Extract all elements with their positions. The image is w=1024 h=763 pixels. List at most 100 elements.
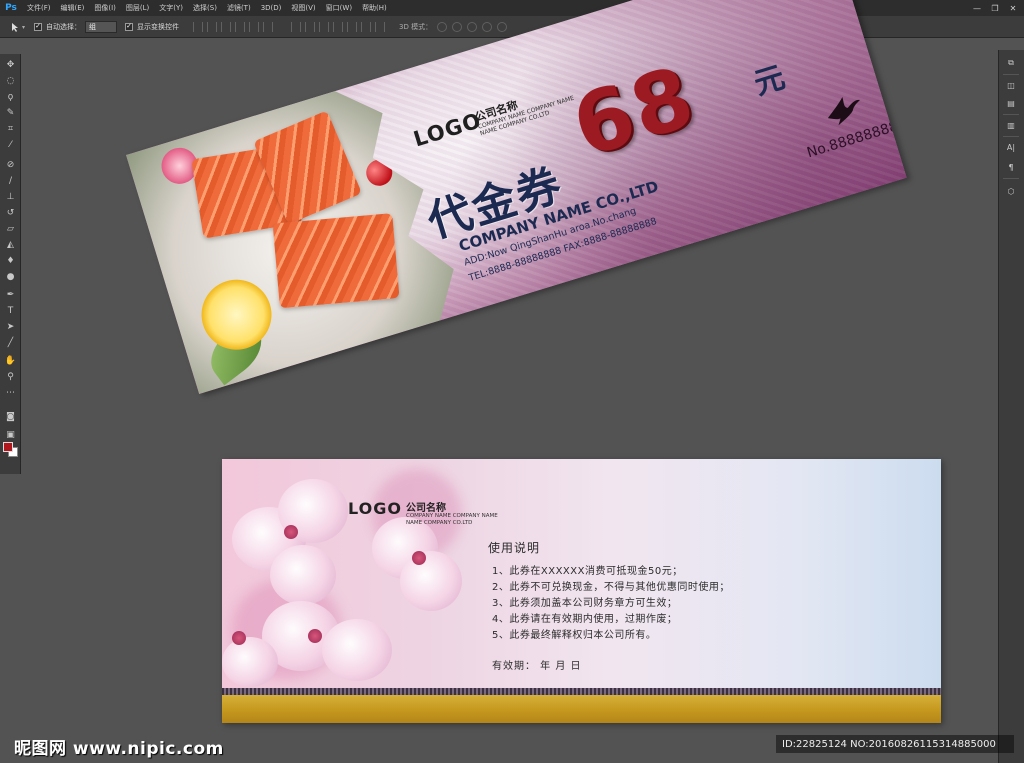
show-transform-option[interactable]: ✓ 显示变换控件 bbox=[125, 22, 179, 32]
photoshop-logo-icon: Ps bbox=[5, 3, 17, 13]
move-icon[interactable]: ✥ bbox=[4, 58, 17, 71]
healing-icon[interactable]: ⊘ bbox=[4, 158, 17, 171]
3d-roll-icon[interactable] bbox=[452, 21, 463, 32]
menu-select[interactable]: 选择(S) bbox=[188, 3, 222, 13]
auto-align-icon[interactable] bbox=[375, 21, 385, 32]
3d-rotate-icon[interactable] bbox=[437, 21, 448, 32]
distribute-right-icon[interactable] bbox=[361, 21, 371, 32]
history-panel-icon[interactable]: ⧉ bbox=[1004, 56, 1018, 70]
move-tool-preset[interactable] bbox=[10, 21, 26, 33]
menu-filter[interactable]: 滤镜(T) bbox=[222, 3, 256, 13]
align-bottom-icon[interactable] bbox=[221, 21, 231, 32]
hand-icon[interactable]: ✋ bbox=[4, 354, 17, 367]
menu-layer[interactable]: 图层(L) bbox=[121, 3, 154, 13]
3d-scale-icon[interactable] bbox=[497, 21, 508, 32]
distribute-bottom-icon[interactable] bbox=[319, 21, 329, 32]
adjust-panel-icon[interactable]: ▤ bbox=[1004, 96, 1018, 110]
back-company-name-en-line2: NAME COMPANY CO.LTD bbox=[406, 520, 473, 526]
gradient-icon[interactable]: ◭ bbox=[4, 238, 17, 251]
brush-icon[interactable]: ∕ bbox=[4, 174, 17, 187]
zoom-icon[interactable]: ⚲ bbox=[4, 370, 17, 383]
menu-file[interactable]: 文件(F) bbox=[22, 3, 56, 13]
back-company-name-cn: 公司名称 bbox=[406, 503, 446, 514]
quick-select-icon[interactable]: ✎ bbox=[4, 106, 17, 119]
blur-icon[interactable]: ♦ bbox=[4, 254, 17, 267]
show-transform-checkbox[interactable]: ✓ bbox=[125, 22, 133, 31]
stamp-icon[interactable]: ⊥ bbox=[4, 190, 17, 203]
move-tool-icon bbox=[12, 22, 25, 32]
foreground-color-swatch[interactable] bbox=[3, 442, 13, 452]
menu-help[interactable]: 帮助(H) bbox=[357, 3, 392, 13]
cherry-blossom-photo bbox=[222, 459, 472, 687]
auto-select-dropdown[interactable]: 组 bbox=[85, 20, 117, 33]
menu-edit[interactable]: 编辑(E) bbox=[56, 3, 90, 13]
lasso-icon[interactable]: ϙ bbox=[4, 90, 17, 103]
tools-panel: ✥ ◌ ϙ ✎ ⌗ ⁄ ⊘ ∕ ⊥ ↺ ▱ ◭ ♦ ● ✒ T ➤ ╱ ✋ ⚲ … bbox=[0, 54, 21, 474]
path-select-icon[interactable]: ➤ bbox=[4, 320, 17, 333]
layers-panel-icon[interactable]: ◫ bbox=[1004, 78, 1018, 92]
instruction-item: 3、此券须加盖本公司财务章方可生效； bbox=[492, 598, 678, 609]
voucher-front: LOGO 公司名称 COMPANY NAME COMPANY NAME NAME… bbox=[126, 0, 907, 395]
auto-select-label: 自动选择： bbox=[46, 22, 81, 31]
right-panel-dock: ⧉ ◫ ▤ ▥ A| ¶ ⬡ bbox=[998, 50, 1024, 763]
align-left-icon[interactable] bbox=[235, 21, 245, 32]
history-brush-icon[interactable]: ↺ bbox=[4, 206, 17, 219]
type-icon[interactable]: T bbox=[4, 304, 17, 317]
instruction-item: 2、此券不可兑换现金，不得与其他优惠同时使用； bbox=[492, 582, 730, 593]
crop-icon[interactable]: ⌗ bbox=[4, 122, 17, 135]
paragraph-panel-icon[interactable]: ¶ bbox=[1004, 160, 1018, 174]
back-logo: LOGO bbox=[348, 499, 402, 518]
3d-panel-icon[interactable]: ⬡ bbox=[1004, 184, 1018, 198]
menu-image[interactable]: 图像(I) bbox=[89, 3, 121, 13]
shape-icon[interactable]: ╱ bbox=[4, 336, 17, 349]
blossom-center bbox=[284, 525, 298, 539]
instruction-item: 4、此券请在有效期内使用，过期作废； bbox=[492, 614, 678, 625]
distribute-left-icon[interactable] bbox=[333, 21, 343, 32]
distribute-hcenter-icon[interactable] bbox=[347, 21, 357, 32]
align-right-icon[interactable] bbox=[263, 21, 273, 32]
brush-panel-icon[interactable]: ▥ bbox=[1004, 118, 1018, 132]
align-buttons[interactable] bbox=[193, 21, 277, 32]
blossom-center bbox=[232, 631, 246, 645]
blossom-center bbox=[308, 629, 322, 643]
salmon-slices bbox=[273, 213, 400, 308]
eyedropper-icon[interactable]: ⁄ bbox=[4, 138, 17, 151]
decorative-border bbox=[222, 688, 941, 695]
options-bar: ✓ 自动选择： 组 ✓ 显示变换控件 3D 模式： bbox=[0, 16, 1024, 38]
distribute-top-icon[interactable] bbox=[291, 21, 301, 32]
gold-strip bbox=[222, 695, 941, 723]
3d-mode-label: 3D 模式： bbox=[399, 22, 433, 31]
site-watermark: 昵图网 www.nipic.com bbox=[14, 739, 224, 759]
photoshop-window: Ps 文件(F) 编辑(E) 图像(I) 图层(L) 文字(Y) 选择(S) 滤… bbox=[0, 0, 1024, 763]
character-panel-icon[interactable]: A| bbox=[1004, 140, 1018, 154]
voucher-front-card: LOGO 公司名称 COMPANY NAME COMPANY NAME NAME… bbox=[126, 0, 907, 395]
3d-pan-icon[interactable] bbox=[467, 21, 478, 32]
eraser-icon[interactable]: ▱ bbox=[4, 222, 17, 235]
minimize-icon[interactable]: — bbox=[968, 0, 986, 16]
marquee-icon[interactable]: ◌ bbox=[4, 74, 17, 87]
pen-icon[interactable]: ✒ bbox=[4, 288, 17, 301]
voucher-back: LOGO 公司名称 COMPANY NAME COMPANY NAME NAME… bbox=[222, 459, 941, 723]
validity-period: 有效期： 年 月 日 bbox=[492, 661, 582, 672]
screen-mode-icon[interactable]: ▣ bbox=[4, 428, 17, 441]
back-company-name-en-line1: COMPANY NAME COMPANY NAME bbox=[406, 513, 498, 519]
menu-view[interactable]: 视图(V) bbox=[286, 3, 320, 13]
menu-type[interactable]: 文字(Y) bbox=[154, 3, 188, 13]
image-id-watermark: ID:22825124 NO:20160826115314885000 bbox=[776, 735, 1014, 753]
auto-select-checkbox[interactable]: ✓ bbox=[34, 22, 42, 31]
close-icon[interactable]: ✕ bbox=[1004, 0, 1022, 16]
3d-mode-group: 3D 模式： bbox=[399, 21, 508, 32]
align-hcenter-icon[interactable] bbox=[249, 21, 259, 32]
menu-window[interactable]: 窗口(W) bbox=[321, 3, 357, 13]
align-vcenter-icon[interactable] bbox=[207, 21, 217, 32]
menu-3d[interactable]: 3D(D) bbox=[256, 4, 287, 12]
distribute-vcenter-icon[interactable] bbox=[305, 21, 315, 32]
auto-select-option[interactable]: ✓ 自动选择： 组 bbox=[34, 20, 117, 33]
more-tools-icon[interactable]: ⋯ bbox=[4, 386, 17, 399]
distribute-buttons[interactable] bbox=[291, 21, 389, 32]
restore-icon[interactable]: ❐ bbox=[986, 0, 1004, 16]
dodge-icon[interactable]: ● bbox=[4, 270, 17, 283]
align-top-icon[interactable] bbox=[193, 21, 203, 32]
3d-slide-icon[interactable] bbox=[482, 21, 493, 32]
quick-mask-icon[interactable]: ◙ bbox=[4, 410, 17, 423]
